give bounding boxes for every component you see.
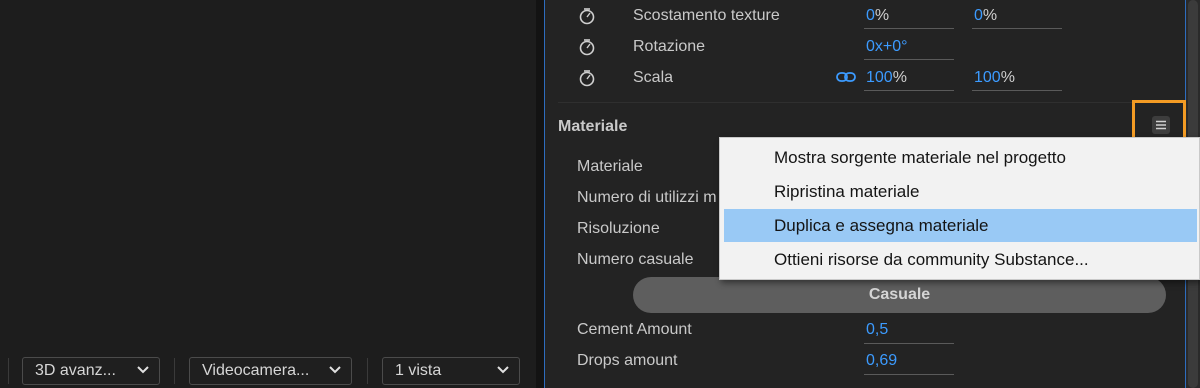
camera-dropdown-label: Videocamera... <box>202 362 310 379</box>
toolbar-separator <box>174 358 175 384</box>
prop-label-scale: Scala <box>633 69 674 86</box>
stopwatch-icon[interactable] <box>578 38 596 56</box>
stopwatch-icon[interactable] <box>578 7 596 25</box>
view-layout-dropdown-label: 1 vista <box>395 362 442 379</box>
cement-amount-number[interactable]: 0,5 <box>866 321 888 338</box>
menu-item-reset-material[interactable]: Ripristina materiale <box>724 175 1197 208</box>
random-button[interactable]: Casuale <box>633 277 1166 313</box>
scale-x-number[interactable]: 100 <box>866 69 893 86</box>
scale-x-unit: % <box>892 69 907 86</box>
toolbar-separator <box>367 358 368 384</box>
texture-offset-x-number[interactable]: 0 <box>866 7 875 24</box>
resolution-label: Risoluzione <box>577 220 660 237</box>
composition-viewer <box>0 0 536 388</box>
camera-dropdown[interactable]: Videocamera... <box>189 357 352 385</box>
value-underline <box>864 59 954 60</box>
panel-divider[interactable] <box>536 0 544 388</box>
param-label-drops-amount: Drops amount <box>577 352 678 369</box>
cement-amount-value[interactable]: 0,5 <box>866 321 888 339</box>
menu-item-get-substance-assets[interactable]: Ottieni risorse da community Substance..… <box>724 243 1197 276</box>
drops-amount-value[interactable]: 0,69 <box>866 352 897 370</box>
value-underline <box>972 90 1062 91</box>
material-label: Materiale <box>577 158 643 175</box>
texture-offset-y-value[interactable]: 0% <box>974 7 997 25</box>
scale-x-value[interactable]: 100% <box>866 69 907 87</box>
scale-y-unit: % <box>1000 69 1015 86</box>
rotation-value[interactable]: 0x+0° <box>866 38 908 56</box>
material-section-title: Materiale <box>558 118 628 135</box>
toolbar-separator <box>8 358 9 384</box>
param-label-cement-amount: Cement Amount <box>577 321 692 338</box>
section-divider <box>558 102 1184 103</box>
rotation-degrees-number[interactable]: +0° <box>883 38 908 55</box>
view-layout-dropdown[interactable]: 1 vista <box>382 357 520 385</box>
usage-count-label: Numero di utilizzi m <box>577 189 717 206</box>
renderer-dropdown-label: 3D avanz... <box>35 362 116 379</box>
chevron-down-icon <box>329 366 341 374</box>
drops-amount-number[interactable]: 0,69 <box>866 352 897 369</box>
value-underline <box>864 343 954 344</box>
value-underline <box>972 28 1062 29</box>
renderer-dropdown[interactable]: 3D avanz... <box>22 357 160 385</box>
prop-label-rotation: Rotazione <box>633 38 706 55</box>
texture-offset-x-unit: % <box>874 7 890 24</box>
value-underline <box>864 90 954 91</box>
random-seed-label: Numero casuale <box>577 251 694 268</box>
material-context-menu: Mostra sorgente materiale nel progetto R… <box>719 137 1200 280</box>
link-icon[interactable] <box>836 70 856 84</box>
chevron-down-icon <box>137 366 149 374</box>
value-underline <box>864 28 954 29</box>
chevron-down-icon <box>497 366 509 374</box>
stopwatch-icon[interactable] <box>578 69 596 87</box>
menu-item-duplicate-assign-material[interactable]: Duplica e assegna materiale <box>724 209 1197 242</box>
scale-y-number[interactable]: 100 <box>974 69 1001 86</box>
texture-offset-y-number[interactable]: 0 <box>974 7 983 24</box>
value-underline <box>864 374 954 375</box>
texture-offset-y-unit: % <box>982 7 998 24</box>
rotation-turns-number[interactable]: 0x <box>866 38 883 55</box>
prop-label-texture-offset: Scostamento texture <box>633 7 780 24</box>
texture-offset-x-value[interactable]: 0% <box>866 7 889 25</box>
menu-item-show-material-source[interactable]: Mostra sorgente materiale nel progetto <box>724 141 1197 174</box>
scale-y-value[interactable]: 100% <box>974 69 1015 87</box>
